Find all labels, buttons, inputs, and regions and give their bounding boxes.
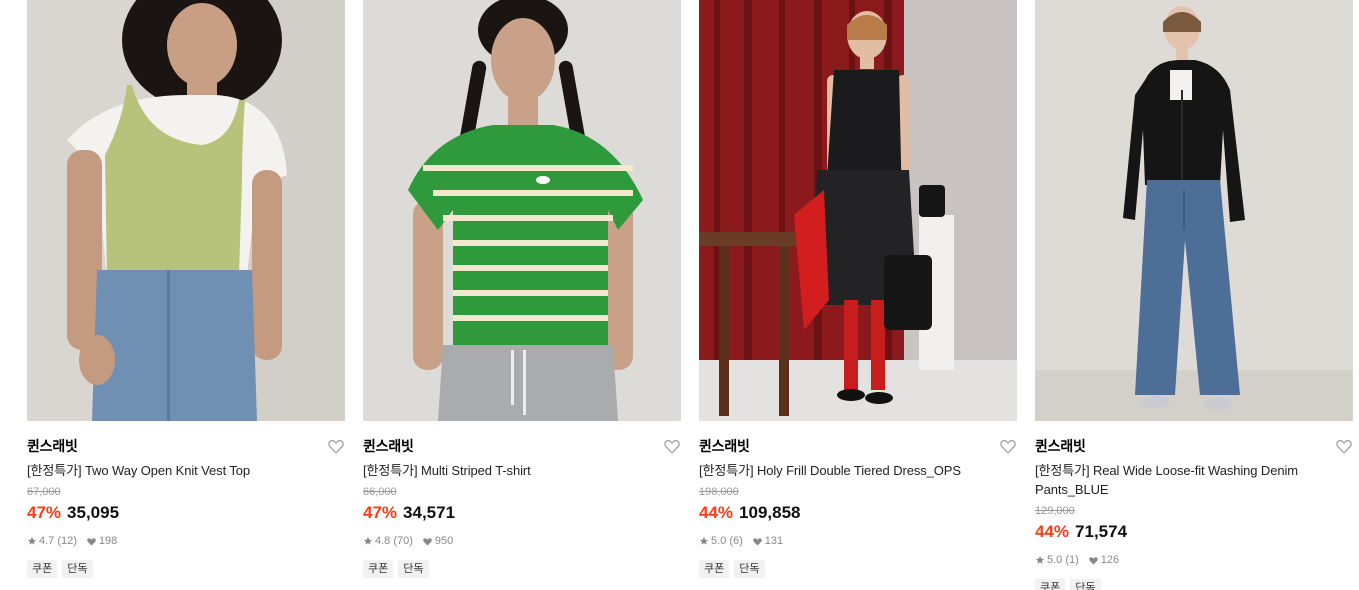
price-row: 44% 71,574 xyxy=(1035,522,1353,542)
likes: 126 xyxy=(1088,553,1119,567)
original-price: 198,000 xyxy=(699,486,739,498)
tag-list: 쿠폰 단독 xyxy=(27,560,345,578)
product-image[interactable] xyxy=(27,0,345,421)
tag-coupon: 쿠폰 xyxy=(699,560,730,578)
product-info: 퀸스래빗 [한정특가] Two Way Open Knit Vest Top 6… xyxy=(27,421,345,578)
likes-count: 198 xyxy=(98,535,118,547)
original-price: 67,000 xyxy=(27,486,61,498)
heart-filled-icon xyxy=(752,538,762,546)
product-card[interactable]: 퀸스래빗 [한정특가] Two Way Open Knit Vest Top 6… xyxy=(27,0,345,578)
star-icon xyxy=(363,536,373,545)
product-title[interactable]: [한정특가] Multi Striped T-shirt xyxy=(363,461,653,480)
likes-count: 126 xyxy=(1100,554,1120,566)
product-image[interactable] xyxy=(699,0,1017,421)
heart-outline-icon[interactable] xyxy=(1335,437,1353,455)
product-title[interactable]: [한정특가] Real Wide Loose-fit Washing Denim… xyxy=(1035,461,1325,499)
likes-count: 131 xyxy=(764,535,784,547)
brand-name[interactable]: 퀸스래빗 xyxy=(1035,437,1353,455)
discount-rate: 47% xyxy=(27,503,62,522)
product-meta: 4.7 (12) 198 xyxy=(27,534,345,548)
tag-list: 쿠폰 단독 xyxy=(1035,579,1353,590)
tag-exclusive: 단독 xyxy=(734,560,765,578)
product-card[interactable]: 퀸스래빗 [한정특가] Holy Frill Double Tiered Dre… xyxy=(699,0,1017,578)
rating: 5.0 (1) xyxy=(1035,553,1079,567)
rating-text: 5.0 (1) xyxy=(1047,554,1079,566)
tag-exclusive: 단독 xyxy=(62,560,93,578)
discount-rate: 47% xyxy=(363,503,398,522)
rating-text: 4.7 (12) xyxy=(39,535,77,547)
product-title[interactable]: [한정특가] Holy Frill Double Tiered Dress_OP… xyxy=(699,461,989,480)
product-info: 퀸스래빗 [한정특가] Holy Frill Double Tiered Dre… xyxy=(699,421,1017,578)
sale-price: 109,858 xyxy=(739,503,801,522)
heart-outline-icon[interactable] xyxy=(999,437,1017,455)
rating: 5.0 (6) xyxy=(699,534,743,548)
tag-list: 쿠폰 단독 xyxy=(699,560,1017,578)
original-price: 129,000 xyxy=(1035,505,1075,517)
rating-text: 5.0 (6) xyxy=(711,535,743,547)
tag-coupon: 쿠폰 xyxy=(1035,579,1066,590)
likes: 198 xyxy=(86,534,117,548)
heart-filled-icon xyxy=(87,538,96,546)
sale-price: 34,571 xyxy=(403,503,456,522)
tag-exclusive: 단독 xyxy=(398,560,429,578)
heart-outline-icon[interactable] xyxy=(327,437,345,455)
product-meta: 4.8 (70) 950 xyxy=(363,534,681,548)
heart-filled-icon xyxy=(1088,557,1098,565)
rating: 4.8 (70) xyxy=(363,534,413,548)
heart-filled-icon xyxy=(423,538,432,546)
product-title[interactable]: [한정특가] Two Way Open Knit Vest Top xyxy=(27,461,317,480)
product-info: 퀸스래빗 [한정특가] Real Wide Loose-fit Washing … xyxy=(1035,421,1353,590)
product-meta: 5.0 (1) 126 xyxy=(1035,553,1353,567)
product-card[interactable]: 퀸스래빗 [한정특가] Real Wide Loose-fit Washing … xyxy=(1035,0,1353,590)
price-row: 47% 35,095 xyxy=(27,503,345,523)
product-image[interactable] xyxy=(363,0,681,421)
sale-price: 35,095 xyxy=(67,503,120,522)
heart-outline-icon[interactable] xyxy=(663,437,681,455)
discount-rate: 44% xyxy=(1035,522,1070,541)
tag-exclusive: 단독 xyxy=(1070,579,1101,590)
star-icon xyxy=(699,536,709,545)
brand-name[interactable]: 퀸스래빗 xyxy=(699,437,1017,455)
product-image[interactable] xyxy=(1035,0,1353,421)
original-price: 66,000 xyxy=(363,486,397,498)
discount-rate: 44% xyxy=(699,503,734,522)
likes: 131 xyxy=(752,534,783,548)
tag-list: 쿠폰 단독 xyxy=(363,560,681,578)
price-row: 47% 34,571 xyxy=(363,503,681,523)
product-meta: 5.0 (6) 131 xyxy=(699,534,1017,548)
star-icon xyxy=(1035,555,1045,564)
rating-text: 4.8 (70) xyxy=(375,535,413,547)
rating: 4.7 (12) xyxy=(27,534,77,548)
brand-name[interactable]: 퀸스래빗 xyxy=(27,437,345,455)
product-card[interactable]: 퀸스래빗 [한정특가] Multi Striped T-shirt 66,000… xyxy=(363,0,681,578)
star-icon xyxy=(27,536,37,545)
brand-name[interactable]: 퀸스래빗 xyxy=(363,437,681,455)
product-info: 퀸스래빗 [한정특가] Multi Striped T-shirt 66,000… xyxy=(363,421,681,578)
product-grid: 퀸스래빗 [한정특가] Two Way Open Knit Vest Top 6… xyxy=(0,0,1359,590)
price-row: 44% 109,858 xyxy=(699,503,1017,523)
likes-count: 950 xyxy=(434,535,454,547)
tag-coupon: 쿠폰 xyxy=(27,560,58,578)
likes: 950 xyxy=(422,534,453,548)
sale-price: 71,574 xyxy=(1075,522,1128,541)
tag-coupon: 쿠폰 xyxy=(363,560,394,578)
